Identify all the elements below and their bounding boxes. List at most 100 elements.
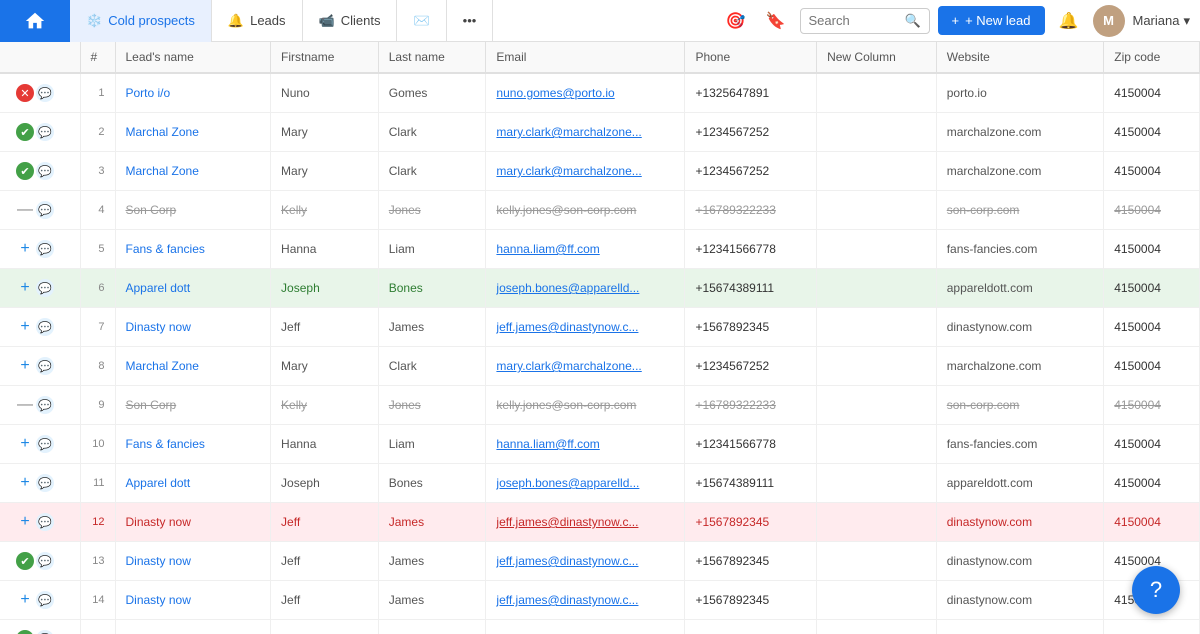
row-chat-icon[interactable]: 💬 [36, 279, 54, 297]
row-check-icon[interactable]: ✔ [16, 630, 34, 634]
row-chat-icon[interactable]: 💬 [36, 591, 54, 609]
row-website[interactable]: porto.io [936, 73, 1104, 113]
row-email[interactable]: hanna.liam@ff.com [486, 425, 685, 464]
tab-leads[interactable]: 🔔 Leads [212, 0, 303, 42]
row-website[interactable]: dinastynow.com [936, 503, 1104, 542]
row-minus-icon[interactable]: — [16, 201, 34, 219]
row-email[interactable]: jeff.james@dinastynow.c... [486, 581, 685, 620]
row-lead-name[interactable]: Apparel dott [115, 464, 271, 503]
row-website[interactable]: marchalzone.com [936, 347, 1104, 386]
col-header-phone[interactable]: Phone [685, 42, 817, 73]
row-lead-name[interactable]: Son Corp [115, 191, 271, 230]
row-email[interactable]: nuno.gomes@porto.io [486, 73, 685, 113]
row-check-icon[interactable]: ✔ [16, 552, 34, 570]
home-button[interactable] [0, 0, 70, 42]
row-chat-icon[interactable]: 💬 [36, 162, 54, 180]
tab-cold-prospects[interactable]: ❄️ Cold prospects [70, 0, 212, 42]
row-plus-icon[interactable]: + [16, 474, 34, 492]
tab-clients[interactable]: 📹 Clients [303, 0, 398, 42]
row-chat-icon[interactable]: 💬 [36, 513, 54, 531]
row-lead-name[interactable]: Son Corp [115, 386, 271, 425]
row-lead-name[interactable]: Fans & fancies [115, 230, 271, 269]
tab-email[interactable]: ✉️ [397, 0, 446, 42]
row-email[interactable]: jeff.james@dinastynow.c... [486, 503, 685, 542]
row-lead-name[interactable]: Apparel dott [115, 620, 271, 634]
col-header-newcol[interactable]: New Column [817, 42, 937, 73]
row-lead-name[interactable]: Marchal Zone [115, 347, 271, 386]
avatar[interactable]: M [1093, 5, 1125, 37]
row-chat-icon[interactable]: 💬 [36, 240, 54, 258]
row-plus-icon[interactable]: + [16, 591, 34, 609]
row-website[interactable]: son-corp.com [936, 191, 1104, 230]
row-plus-icon[interactable]: + [16, 240, 34, 258]
row-website[interactable]: marchalzone.com [936, 113, 1104, 152]
row-email[interactable]: jeff.james@dinastynow.c... [486, 542, 685, 581]
target-icon-btn[interactable]: 🎯 [720, 5, 752, 37]
help-button[interactable]: ? [1132, 566, 1180, 614]
row-chat-icon[interactable]: 💬 [36, 435, 54, 453]
row-email[interactable]: joseph.bones@apparelld... [486, 269, 685, 308]
col-header-zip[interactable]: Zip code [1104, 42, 1200, 73]
row-chat-icon[interactable]: 💬 [36, 552, 54, 570]
col-header-website[interactable]: Website [936, 42, 1104, 73]
row-email[interactable]: jeff.james@dinastynow.c... [486, 308, 685, 347]
row-check-icon[interactable]: ✔ [16, 123, 34, 141]
row-chat-icon[interactable]: 💬 [36, 474, 54, 492]
row-lead-name[interactable]: Fans & fancies [115, 425, 271, 464]
row-lead-name[interactable]: Dinasty now [115, 542, 271, 581]
col-header-email[interactable]: Email [486, 42, 685, 73]
col-header-firstname[interactable]: Firstname [271, 42, 379, 73]
row-website[interactable]: dinastynow.com [936, 542, 1104, 581]
notification-bell-icon[interactable]: 🔔 [1053, 5, 1085, 37]
row-chat-icon[interactable]: 💬 [36, 201, 54, 219]
col-header-lastname[interactable]: Last name [378, 42, 486, 73]
row-email[interactable]: kelly.jones@son-corp.com [486, 386, 685, 425]
row-plus-icon[interactable]: + [16, 513, 34, 531]
row-website[interactable]: dinastynow.com [936, 581, 1104, 620]
row-plus-icon[interactable]: + [16, 279, 34, 297]
row-controls: +💬 [10, 587, 70, 613]
row-check-icon[interactable]: ✔ [16, 162, 34, 180]
row-website[interactable]: appareldott.com [936, 269, 1104, 308]
bookmark-icon-btn[interactable]: 🔖 [760, 5, 792, 37]
row-lead-name[interactable]: Marchal Zone [115, 113, 271, 152]
row-chat-icon[interactable]: 💬 [36, 357, 54, 375]
row-website[interactable]: fans-fancies.com [936, 425, 1104, 464]
row-plus-icon[interactable]: + [16, 357, 34, 375]
row-website[interactable]: son-corp.com [936, 386, 1104, 425]
row-chat-icon[interactable]: 💬 [36, 396, 54, 414]
row-website[interactable]: marchalzone.com [936, 152, 1104, 191]
row-lead-name[interactable]: Dinasty now [115, 308, 271, 347]
row-lead-name[interactable]: Dinasty now [115, 581, 271, 620]
row-chat-icon[interactable]: 💬 [36, 630, 54, 634]
row-email[interactable]: kelly.jones@son-corp.com [486, 191, 685, 230]
row-chat-icon[interactable]: 💬 [36, 318, 54, 336]
row-email[interactable]: hanna.liam@ff.com [486, 230, 685, 269]
row-email[interactable]: joseph.bones@apparelld... [486, 464, 685, 503]
tab-more[interactable]: ••• [447, 0, 494, 42]
row-email[interactable]: mary.clark@marchalzone... [486, 152, 685, 191]
row-minus-icon[interactable]: — [16, 396, 34, 414]
row-email[interactable]: mary.clark@marchalzone... [486, 347, 685, 386]
row-lead-name[interactable]: Apparel dott [115, 269, 271, 308]
user-menu[interactable]: Mariana ▾ [1133, 13, 1191, 29]
row-phone: +1234567252 [685, 152, 817, 191]
row-website[interactable]: appareldott.com [936, 464, 1104, 503]
col-header-lead-name[interactable]: Lead's name [115, 42, 271, 73]
search-input[interactable] [809, 13, 899, 28]
row-email[interactable]: mary.clark@marchalzone... [486, 113, 685, 152]
row-website[interactable]: appareldott.com [936, 620, 1104, 634]
row-website[interactable]: dinastynow.com [936, 308, 1104, 347]
row-website[interactable]: fans-fancies.com [936, 230, 1104, 269]
row-chat-icon[interactable]: 💬 [36, 123, 54, 141]
row-plus-icon[interactable]: + [16, 435, 34, 453]
row-lead-name[interactable]: Marchal Zone [115, 152, 271, 191]
new-lead-button[interactable]: + + New lead [938, 6, 1045, 35]
row-lead-name[interactable]: Dinasty now [115, 503, 271, 542]
row-close-icon[interactable]: ✕ [16, 84, 34, 102]
row-plus-icon[interactable]: + [16, 318, 34, 336]
row-chat-icon[interactable]: 💬 [36, 84, 54, 102]
row-email[interactable]: joseph.bones@apparelld... [486, 620, 685, 634]
row-lead-name[interactable]: Porto i/o [115, 73, 271, 113]
row-lastname: Liam [378, 230, 486, 269]
